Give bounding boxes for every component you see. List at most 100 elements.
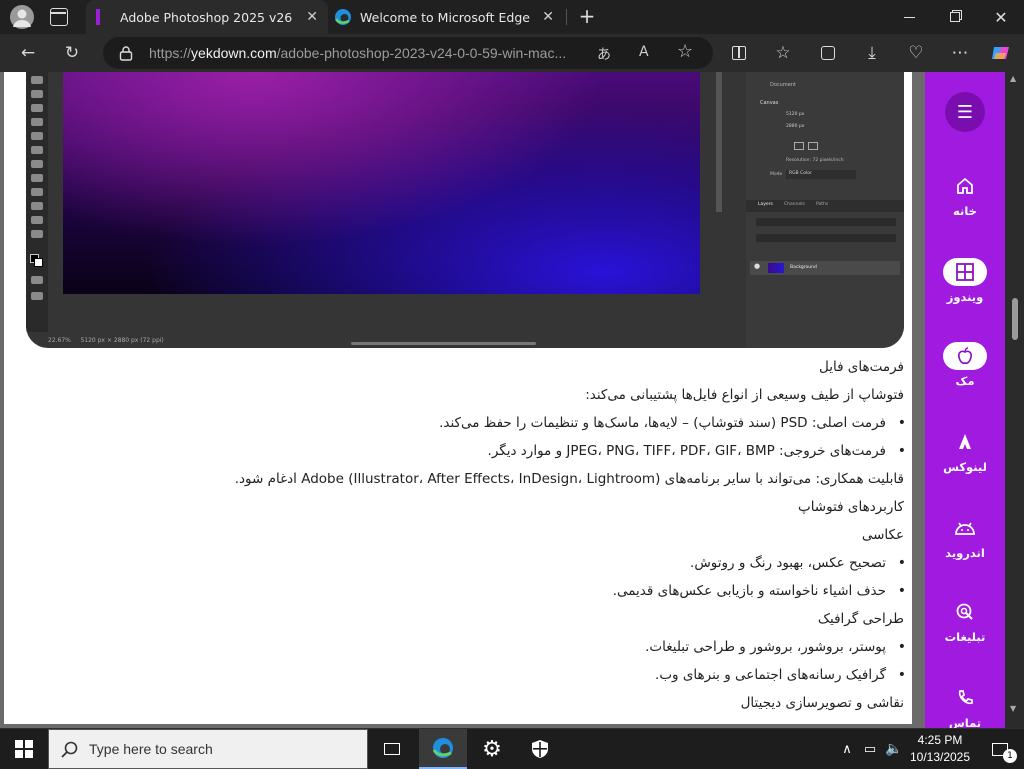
nav-label: تماس [948,716,982,728]
ps-status-bar: 22.67% 5120 px × 2880 px (72 ppi) [48,337,164,344]
nav-item-android[interactable]: اندروید [925,514,1005,560]
taskbar-settings-button[interactable]: ⚙ [468,729,516,769]
menu-icon: ☰ [956,101,974,123]
volume-button[interactable]: 🔈 [882,729,906,769]
split-screen-icon [732,46,746,60]
download-icon: ⤓ [868,43,876,63]
clock-time: 4:25 PM [917,733,963,747]
windows-taskbar: Type here to search ⚙ ∧ ▭ 🔈 4:25 PM 10/1… [0,728,1024,769]
list-item: حذف اشیاء ناخواسته و بازیابی عکس‌های قدی… [613,582,907,600]
collections-button[interactable] [813,38,843,68]
scrollbar-thumb[interactable] [1012,298,1018,340]
refresh-button[interactable]: ↻ [57,38,87,68]
ps-tab-channels: Channels [784,202,805,207]
downloads-button[interactable]: ⤓ [857,38,887,68]
favorites-icon: ☆ [775,43,791,63]
nav-item-ads[interactable]: تبلیغات [925,598,1005,644]
hamburger-menu-button[interactable]: ☰ [945,92,985,132]
url-domain: yekdown.com [191,45,277,61]
refresh-icon: ↻ [64,43,80,63]
volume-muted-icon: 🔈 [885,741,903,757]
minimize-icon [903,16,915,18]
network-button[interactable]: ▭ [858,729,882,769]
edge-icon [334,9,351,25]
browser-essentials-button[interactable]: ♡ [901,38,931,68]
ps-layer-name: Background [790,265,817,270]
tab-title: Welcome to Microsoft Edge [360,10,530,25]
new-tab-button[interactable]: + [576,6,598,28]
read-aloud-icon[interactable]: A [639,44,649,60]
taskbar-security-button[interactable] [516,729,564,769]
ps-tab-paths: Paths [816,202,829,207]
page-scrollbar[interactable]: ▲ ▼ [1005,72,1024,728]
tab-actions-icon[interactable] [50,8,68,26]
tab-divider [566,9,567,25]
show-hidden-icons-button[interactable]: ∧ [836,729,858,769]
network-icon: ▭ [863,741,877,757]
ps-mode-value: RGB Color [786,170,856,179]
nav-item-contact[interactable]: تماس [925,684,1005,728]
tab-strip: Adobe Photoshop 2025 v26.11.0. ✕ Welcome… [0,0,1024,34]
home-icon [943,172,987,200]
settings-more-button[interactable]: ⋯ [945,38,975,68]
scroll-down-arrow-icon[interactable]: ▼ [1010,704,1016,713]
nav-item-linux[interactable]: لینوکس [925,428,1005,474]
minimize-button[interactable] [886,0,932,34]
list-item: فرمت اصلی: PSD (سند فتوشاپ) – لایه‌ها، م… [439,414,906,432]
restore-icon [950,12,960,22]
nav-item-home[interactable]: خانه [925,172,1005,218]
navigation-bar: ← ↻ https://yekdown.com/adobe-photoshop-… [0,34,1024,72]
favorites-button[interactable]: ☆ [768,38,798,68]
profile-avatar[interactable] [10,5,34,29]
close-tab-icon[interactable]: ✕ [542,9,554,25]
list-item: فرمت‌های خروجی: JPEG، PNG، TIFF، PDF، GI… [488,442,907,460]
section-heading-uses: کاربردهای فتوشاپ [797,499,904,515]
ps-canvas-gradient [63,72,700,294]
ps-resolution: Resolution: 72 pixels/inch [786,158,844,163]
url-scheme: https:// [149,45,192,61]
close-icon: ✕ [994,7,1008,27]
restore-button[interactable] [932,0,978,34]
taskbar-clock[interactable]: 4:25 PM 10/13/2025 [905,732,975,766]
ps-canvas-section: Canvas [760,100,779,106]
scroll-up-arrow-icon[interactable]: ▲ [1010,74,1016,83]
paragraph: فتوشاپ از طیف وسیعی از انواع فایل‌ها پشت… [585,387,904,403]
close-tab-icon[interactable]: ✕ [306,9,318,25]
ps-tab-layers: Layers [758,202,773,207]
list-item: پوستر، بروشور، بروشور و طراحی تبلیغات. [645,638,906,656]
ps-tool-panel [26,72,48,332]
linux-icon [943,428,987,456]
task-view-icon [384,743,400,755]
clock-date: 10/13/2025 [909,750,971,764]
taskbar-edge-button[interactable] [419,729,467,769]
back-button[interactable]: ← [13,38,43,68]
copilot-button[interactable] [986,38,1016,68]
translate-icon[interactable]: あ [597,44,611,64]
search-icon [61,741,78,758]
nav-item-windows[interactable]: ویندوز [925,258,1005,304]
task-view-button[interactable] [368,729,416,769]
ads-icon [943,598,987,626]
search-placeholder: Type here to search [89,741,213,757]
url-text[interactable]: https://yekdown.com/adobe-photoshop-2023… [149,45,579,61]
shield-icon [532,740,548,758]
subheading-photography: عکاسی [861,527,904,543]
tab-photoshop[interactable]: Adobe Photoshop 2025 v26.11.0. ✕ [86,0,328,34]
start-button[interactable] [0,729,48,769]
ps-horizontal-scrollbar [351,342,536,345]
nav-item-mac[interactable]: مک [925,342,1005,388]
taskbar-search-box[interactable]: Type here to search [48,729,368,769]
windows-icon [943,258,987,286]
phone-icon [943,684,987,712]
notification-badge: 1 [1003,749,1017,763]
favorite-star-icon[interactable]: ☆ [677,41,693,62]
heart-pulse-icon: ♡ [908,43,924,63]
notification-center-button[interactable]: 1 [978,729,1022,769]
url-path: /adobe-photoshop-2023-v24-0-0-59-win-mac… [276,45,567,61]
close-window-button[interactable]: ✕ [978,0,1024,34]
address-bar[interactable]: https://yekdown.com/adobe-photoshop-2023… [103,37,713,69]
lock-icon [119,46,133,61]
paragraph: قابلیت همکاری: می‌تواند با سایر برنامه‌ه… [234,471,904,487]
tab-edge-welcome[interactable]: Welcome to Microsoft Edge ✕ [328,0,564,34]
split-screen-button[interactable] [724,38,754,68]
